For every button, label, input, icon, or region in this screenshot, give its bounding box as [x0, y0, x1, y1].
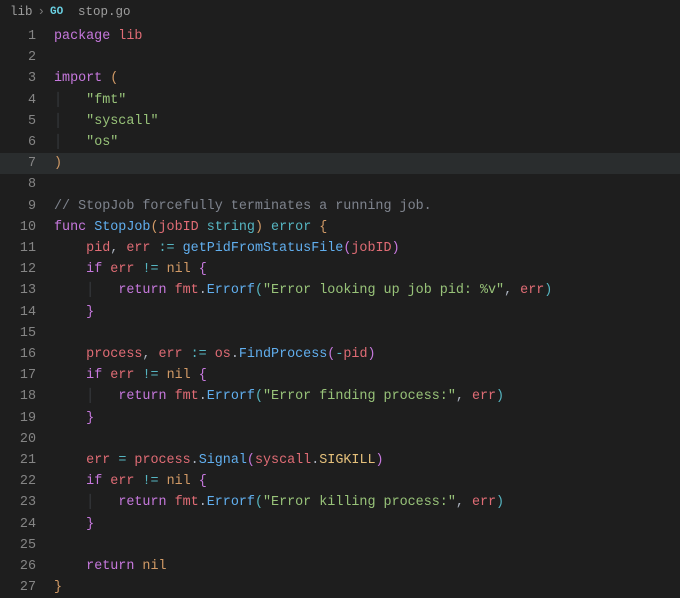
line-number: 17 — [0, 365, 54, 386]
code-line: 3import ( — [0, 68, 680, 89]
code-line: 21 err = process.Signal(syscall.SIGKILL) — [0, 450, 680, 471]
line-number: 13 — [0, 280, 54, 301]
code-editor[interactable]: 1package lib 2 3import ( 4│ "fmt" 5│ "sy… — [0, 24, 680, 598]
line-number: 4 — [0, 90, 54, 111]
breadcrumb[interactable]: lib › GO stop.go — [0, 0, 680, 24]
line-number: 20 — [0, 429, 54, 450]
code-line: 23 │ return fmt.Errorf("Error killing pr… — [0, 492, 680, 513]
svg-text:GO: GO — [50, 6, 64, 16]
code-line: 6│ "os" — [0, 132, 680, 153]
line-number: 24 — [0, 514, 54, 535]
line-number: 14 — [0, 302, 54, 323]
line-number: 6 — [0, 132, 54, 153]
code-line: 27} — [0, 577, 680, 598]
code-line: 20 — [0, 429, 680, 450]
code-line: 26 return nil — [0, 556, 680, 577]
line-number: 5 — [0, 111, 54, 132]
code-line: 16 process, err := os.FindProcess(-pid) — [0, 344, 680, 365]
code-line: 19 } — [0, 408, 680, 429]
line-number: 12 — [0, 259, 54, 280]
line-number: 23 — [0, 492, 54, 513]
go-file-icon: GO — [50, 4, 74, 20]
code-line: 13 │ return fmt.Errorf("Error looking up… — [0, 280, 680, 301]
line-number: 15 — [0, 323, 54, 344]
breadcrumb-separator-icon: › — [38, 5, 46, 19]
code-line: 10func StopJob(jobID string) error { — [0, 217, 680, 238]
code-line: 5│ "syscall" — [0, 111, 680, 132]
code-line: 18 │ return fmt.Errorf("Error finding pr… — [0, 386, 680, 407]
line-number: 16 — [0, 344, 54, 365]
line-number: 21 — [0, 450, 54, 471]
code-line: 2 — [0, 47, 680, 68]
line-number: 3 — [0, 68, 54, 89]
code-line: 15 — [0, 323, 680, 344]
code-line: 25 — [0, 535, 680, 556]
breadcrumb-folder[interactable]: lib — [10, 5, 33, 19]
code-line: 17 if err != nil { — [0, 365, 680, 386]
code-line: 8 — [0, 174, 680, 195]
line-number: 8 — [0, 174, 54, 195]
code-line: 11 pid, err := getPidFromStatusFile(jobI… — [0, 238, 680, 259]
line-number: 2 — [0, 47, 54, 68]
code-line: 9// StopJob forcefully terminates a runn… — [0, 196, 680, 217]
line-number: 22 — [0, 471, 54, 492]
code-line: 22 if err != nil { — [0, 471, 680, 492]
breadcrumb-file[interactable]: stop.go — [78, 5, 131, 19]
code-line: 1package lib — [0, 26, 680, 47]
line-number: 10 — [0, 217, 54, 238]
line-number: 26 — [0, 556, 54, 577]
line-number: 19 — [0, 408, 54, 429]
line-number: 7 — [0, 153, 54, 174]
line-number: 18 — [0, 386, 54, 407]
line-number: 27 — [0, 577, 54, 598]
code-line: 14 } — [0, 302, 680, 323]
line-number: 11 — [0, 238, 54, 259]
code-line: 4│ "fmt" — [0, 90, 680, 111]
code-line: 12 if err != nil { — [0, 259, 680, 280]
line-number: 25 — [0, 535, 54, 556]
line-number: 9 — [0, 196, 54, 217]
line-number: 1 — [0, 26, 54, 47]
code-line-highlighted: 7) — [0, 153, 680, 174]
code-line: 24 } — [0, 514, 680, 535]
